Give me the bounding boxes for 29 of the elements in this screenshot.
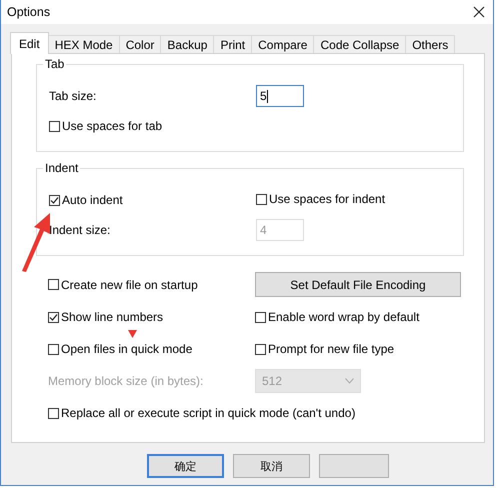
encoding-button[interactable]: Set Default File Encoding: [255, 272, 461, 297]
memory-label: Memory block size (in bytes):: [48, 374, 204, 388]
checkbox[interactable]: Auto indent: [49, 193, 123, 207]
checkbox[interactable]: Enable word wrap by default: [255, 310, 420, 324]
tab[interactable]: Backup: [160, 35, 214, 53]
checkmark-icon: [50, 196, 59, 204]
checkbox[interactable]: Show line numbers: [48, 310, 164, 324]
checkbox[interactable]: Use spaces for tab: [49, 119, 162, 133]
dialog-button[interactable]: 取消: [233, 454, 310, 478]
number-field[interactable]: 5: [256, 85, 304, 107]
checkbox[interactable]: Open files in quick mode: [48, 342, 192, 356]
tab[interactable]: Code Collapse: [313, 35, 406, 53]
group-title: Indent: [43, 161, 80, 175]
checkbox[interactable]: Use spaces for indent: [256, 192, 386, 206]
field-label: Tab size:: [49, 89, 98, 103]
close-icon[interactable]: [473, 6, 485, 18]
tab[interactable]: Compare: [251, 35, 314, 53]
field-label: Indent size:: [49, 223, 112, 237]
dialog-button[interactable]: 确定: [147, 454, 224, 478]
checkmark-icon: [49, 312, 58, 322]
checkbox[interactable]: Prompt for new file type: [255, 342, 394, 356]
tab[interactable]: Edit: [10, 32, 49, 54]
triangle-marker: [128, 330, 137, 338]
group-title: Tab: [43, 57, 66, 71]
checkbox[interactable]: Create new file on startup: [48, 278, 198, 292]
tab[interactable]: Others: [405, 35, 456, 53]
checkbox[interactable]: Replace all or execute script in quick mode (can't undo): [48, 406, 356, 420]
dropdown-icon: [345, 378, 354, 384]
window-title: Options: [7, 5, 50, 19]
